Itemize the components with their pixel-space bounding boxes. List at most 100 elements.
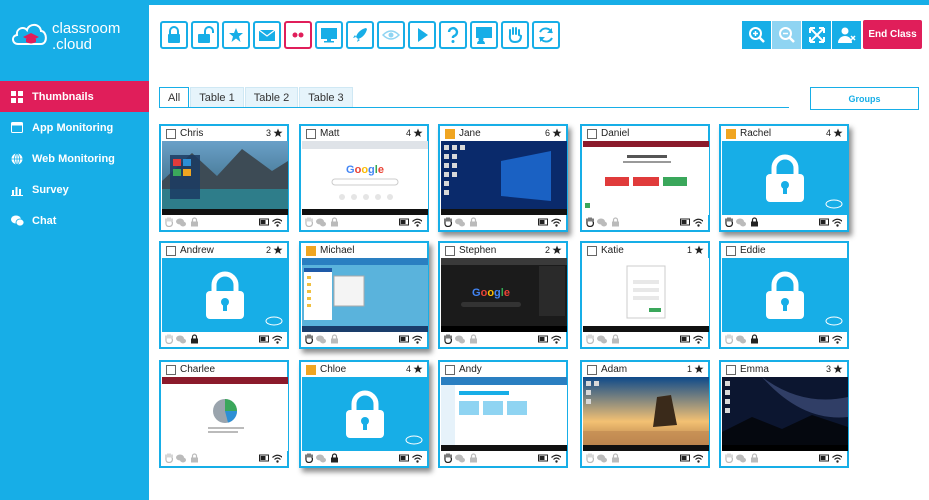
screen-preview[interactable]	[162, 258, 288, 332]
reward-count: 4	[825, 128, 831, 138]
select-checkbox[interactable]	[445, 245, 455, 256]
eye-icon	[382, 30, 400, 40]
lock-button[interactable]	[160, 21, 188, 49]
student-thumbnail[interactable]: Charlee	[159, 360, 289, 468]
student-thumbnail[interactable]: Stephen 2 Google	[438, 241, 568, 349]
select-checkbox[interactable]	[726, 245, 736, 256]
select-checkbox[interactable]	[445, 364, 455, 375]
select-checkbox[interactable]	[587, 128, 597, 139]
help-button[interactable]	[439, 21, 467, 49]
screen-preview[interactable]	[722, 258, 848, 332]
watch-button[interactable]	[377, 21, 405, 49]
student-thumbnail[interactable]: Chloe 4	[299, 360, 429, 468]
select-checkbox[interactable]	[726, 128, 736, 139]
hand-button[interactable]	[501, 21, 529, 49]
sidebar-item-thumbnails[interactable]: Thumbnails	[0, 81, 149, 112]
screen-preview[interactable]	[722, 141, 848, 215]
screen-preview[interactable]	[583, 258, 709, 332]
screen-preview[interactable]	[441, 141, 567, 215]
select-checkbox[interactable]	[726, 364, 736, 375]
screen-preview[interactable]: Google	[302, 141, 428, 215]
thumbnail-header: Eddie	[721, 243, 847, 258]
star-icon	[413, 128, 423, 137]
tab-table-1[interactable]: Table 1	[190, 87, 244, 108]
launch-button[interactable]	[346, 21, 374, 49]
play-button[interactable]	[408, 21, 436, 49]
screen-preview[interactable]: Google	[441, 258, 567, 332]
student-thumbnail[interactable]: Chris 3	[159, 124, 289, 232]
star-icon	[413, 364, 423, 373]
reward-count: 2	[265, 245, 271, 255]
sidebar-item-label: App Monitoring	[32, 121, 114, 134]
student-thumbnail[interactable]: Emma 3	[719, 360, 849, 468]
student-name: Eddie	[740, 245, 766, 256]
screen-preview[interactable]	[162, 377, 288, 451]
screen-preview[interactable]	[722, 377, 848, 451]
wifi-icon	[551, 334, 561, 344]
dots-button[interactable]	[284, 21, 312, 49]
screen-preview[interactable]	[583, 141, 709, 215]
thumbnail-status-bar	[442, 332, 564, 346]
tab-all[interactable]: All	[159, 87, 190, 108]
lock-status-icon	[749, 453, 759, 463]
student-thumbnail[interactable]: Daniel	[580, 124, 710, 232]
select-checkbox[interactable]	[445, 128, 455, 139]
lock-icon	[302, 377, 428, 451]
tab-table-2[interactable]: Table 2	[244, 87, 299, 108]
present-button[interactable]	[470, 21, 498, 49]
student-thumbnail[interactable]: Michael	[299, 241, 429, 349]
reward-button[interactable]	[222, 21, 250, 49]
chat-icon	[176, 334, 186, 344]
message-button[interactable]	[253, 21, 281, 49]
select-checkbox[interactable]	[587, 245, 597, 256]
lock-status-icon	[610, 217, 620, 227]
student-thumbnail[interactable]: Jane 6	[438, 124, 568, 232]
select-checkbox[interactable]	[306, 245, 316, 256]
battery-icon	[538, 453, 548, 463]
toolbar	[160, 21, 560, 49]
select-checkbox[interactable]	[587, 364, 597, 375]
wifi-icon	[551, 453, 561, 463]
monitor-button[interactable]	[315, 21, 343, 49]
thumbnail-status-bar	[723, 451, 845, 465]
screen-preview[interactable]	[162, 141, 288, 215]
user-remove-button[interactable]	[832, 21, 861, 49]
student-thumbnail[interactable]: Adam 1	[580, 360, 710, 468]
thumbnail-header: Daniel	[582, 126, 708, 141]
student-thumbnail[interactable]: Rachel 4	[719, 124, 849, 232]
sidebar-item-survey[interactable]: Survey	[0, 174, 149, 205]
hand-icon	[723, 453, 733, 463]
student-thumbnail[interactable]: Andrew 2	[159, 241, 289, 349]
thumbnail-status-bar	[723, 215, 845, 229]
student-thumbnail[interactable]: Katie 1	[580, 241, 710, 349]
zoom-in-icon	[748, 27, 765, 43]
thumbnail-header: Andrew 2	[161, 243, 287, 258]
student-name: Chloe	[320, 364, 347, 375]
select-checkbox[interactable]	[166, 128, 176, 139]
groups-button[interactable]: Groups	[810, 87, 919, 110]
student-thumbnail[interactable]: Eddie	[719, 241, 849, 349]
end-class-button[interactable]: End Class	[863, 20, 922, 49]
select-checkbox[interactable]	[306, 364, 316, 375]
zoom-out-button[interactable]	[772, 21, 801, 49]
unlock-button[interactable]	[191, 21, 219, 49]
refresh-button[interactable]	[532, 21, 560, 49]
student-thumbnail[interactable]: Matt 4 Google	[299, 124, 429, 232]
screen-preview[interactable]	[441, 377, 567, 451]
screen-preview[interactable]	[583, 377, 709, 451]
screen-preview[interactable]	[302, 258, 428, 332]
fullscreen-button[interactable]	[802, 21, 831, 49]
select-checkbox[interactable]	[166, 245, 176, 256]
student-thumbnail[interactable]: Andy	[438, 360, 568, 468]
battery-icon	[680, 334, 690, 344]
sidebar-item-app-monitoring[interactable]: App Monitoring	[0, 112, 149, 143]
sidebar-item-web-monitoring[interactable]: Web Monitoring	[0, 143, 149, 174]
zoom-out-icon	[778, 27, 795, 43]
top-accent-bar	[149, 0, 929, 5]
zoom-in-button[interactable]	[742, 21, 771, 49]
select-checkbox[interactable]	[306, 128, 316, 139]
screen-preview[interactable]	[302, 377, 428, 451]
select-checkbox[interactable]	[166, 364, 176, 375]
tab-table-3[interactable]: Table 3	[299, 87, 353, 108]
sidebar-item-chat[interactable]: Chat	[0, 205, 149, 236]
